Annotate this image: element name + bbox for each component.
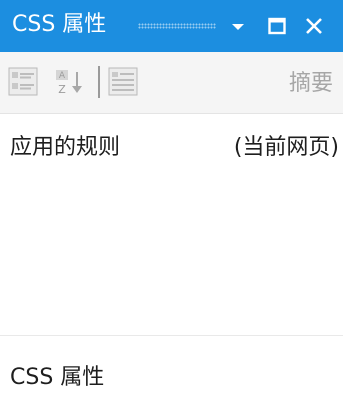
categorized-view-icon	[8, 67, 38, 96]
window-menu-dropdown-button[interactable]	[226, 14, 250, 38]
close-button[interactable]	[302, 14, 326, 38]
sort-alphabetical-button[interactable]: A Z	[52, 64, 88, 100]
css-properties-section: CSS 属性	[0, 336, 343, 419]
css-properties-label: CSS 属性	[10, 365, 105, 390]
categorized-view-button[interactable]	[6, 64, 42, 100]
list-view-icon	[108, 67, 138, 96]
summary-button[interactable]: 摘要	[289, 70, 333, 98]
svg-text:A: A	[59, 71, 66, 81]
toolbar-separator	[98, 66, 100, 98]
list-view-button[interactable]	[106, 64, 142, 100]
drag-grip[interactable]	[138, 23, 216, 29]
maximize-icon	[268, 17, 286, 35]
panel-toolbar: A Z 摘要	[0, 52, 343, 114]
css-properties-panel: CSS 属性 A Z 摘要 应用的规则 (当前网页) CSS 属性	[0, 0, 343, 419]
applied-rules-header: 应用的规则 (当前网页)	[0, 114, 343, 178]
svg-text:Z: Z	[58, 83, 66, 96]
panel-title-bar[interactable]: CSS 属性	[0, 0, 343, 52]
panel-title: CSS 属性	[12, 12, 107, 37]
maximize-button[interactable]	[265, 14, 289, 38]
chevron-down-icon	[232, 24, 244, 30]
applied-rules-list[interactable]	[0, 178, 343, 336]
applied-rules-label: 应用的规则	[10, 135, 121, 160]
applied-rules-context: (当前网页)	[233, 135, 339, 160]
sort-alphabetical-icon: A Z	[56, 70, 82, 96]
close-icon	[306, 18, 322, 34]
